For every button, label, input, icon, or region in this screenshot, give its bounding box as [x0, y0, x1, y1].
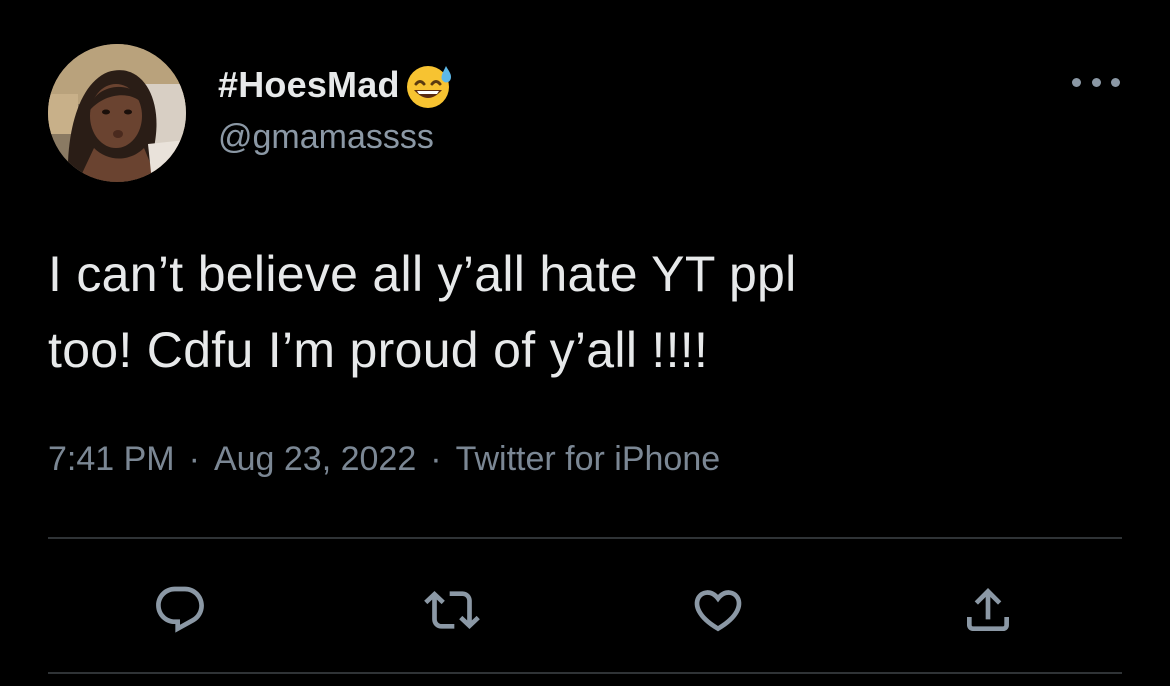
- tweet-date[interactable]: Aug 23, 2022: [214, 440, 416, 479]
- meta-separator: ·: [430, 440, 442, 478]
- retweet-button[interactable]: [422, 580, 482, 640]
- like-button[interactable]: [688, 580, 748, 640]
- more-dot-icon: [1091, 77, 1101, 87]
- divider: [48, 537, 1122, 539]
- meta-separator: ·: [188, 440, 200, 478]
- tweet-text: I can’t believe all y’all hate YT ppl to…: [48, 246, 797, 378]
- more-options-button[interactable]: [1072, 72, 1120, 92]
- user-handle[interactable]: @gmamassss: [218, 118, 434, 157]
- more-dot-icon: [1072, 77, 1081, 87]
- heart-icon: [694, 590, 742, 632]
- tweet: #HoesMad @gmamassss I can’t believe all …: [0, 0, 1170, 686]
- avatar-image: [48, 44, 186, 182]
- reply-button[interactable]: [150, 580, 210, 640]
- avatar[interactable]: [48, 44, 186, 182]
- divider: [48, 672, 1122, 674]
- tweet-time[interactable]: 7:41 PM: [48, 440, 175, 479]
- share-button[interactable]: [958, 580, 1018, 640]
- display-name[interactable]: #HoesMad: [218, 64, 400, 106]
- share-icon: [967, 588, 1009, 631]
- tweet-meta: 7:41 PM · Aug 23, 2022 · Twitter for iPh…: [48, 440, 720, 479]
- retweet-icon: [424, 591, 480, 629]
- tweet-source[interactable]: Twitter for iPhone: [456, 440, 721, 479]
- action-bar: [0, 580, 1170, 640]
- more-dot-icon: [1111, 77, 1120, 87]
- display-name-row[interactable]: #HoesMad: [218, 60, 458, 110]
- reply-icon: [156, 586, 204, 633]
- sweat-smile-emoji-icon: [406, 66, 451, 108]
